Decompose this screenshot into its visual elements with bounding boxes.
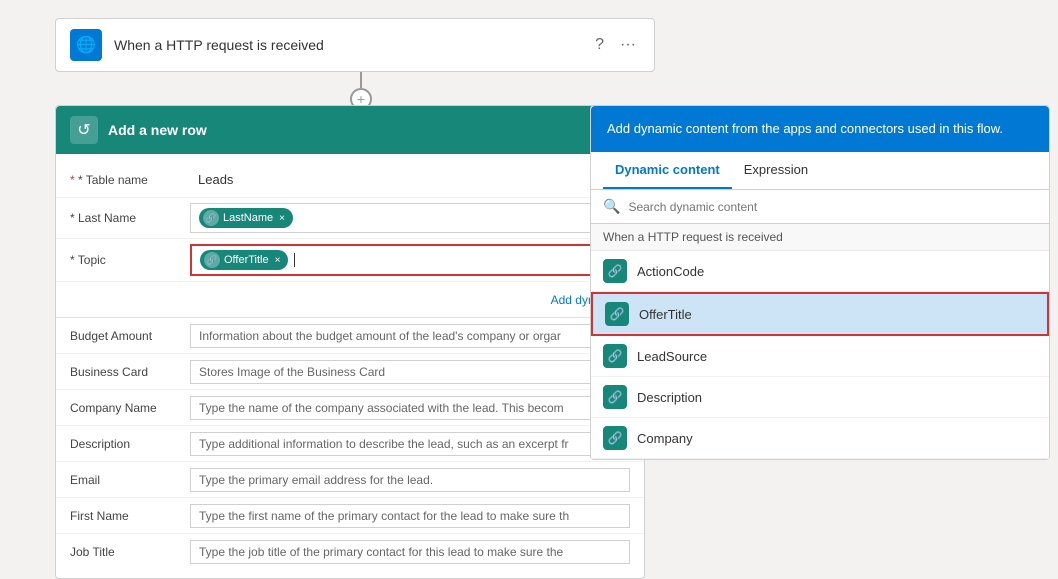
business-card-row: Business Card Stores Image of the Busine… xyxy=(56,354,644,390)
budget-amount-value[interactable]: Information about the budget amount of t… xyxy=(190,324,630,348)
section-header: When a HTTP request is received xyxy=(591,224,1049,251)
email-value[interactable]: Type the primary email address for the l… xyxy=(190,468,630,492)
dynamic-item[interactable]: 🔗 ActionCode xyxy=(591,251,1049,292)
topic-token-remove[interactable]: × xyxy=(275,255,281,266)
job-title-row: Job Title Type the job title of the prim… xyxy=(56,534,644,570)
dynamic-item-icon-1: 🔗 xyxy=(605,302,629,326)
business-card-label: Business Card xyxy=(70,365,190,379)
last-name-row: * Last Name 🔗 LastName × xyxy=(56,198,644,239)
description-row: Description Type additional information … xyxy=(56,426,644,462)
dynamic-item-icon-0: 🔗 xyxy=(603,259,627,283)
add-dynamic-row: Add dynamic... xyxy=(56,282,644,318)
last-name-token: 🔗 LastName × xyxy=(199,208,293,228)
dynamic-items-list: 🔗 ActionCode 🔗 OfferTitle 🔗 LeadSource 🔗… xyxy=(591,251,1049,459)
topic-label: * Topic xyxy=(70,253,190,267)
company-name-value[interactable]: Type the name of the company associated … xyxy=(190,396,630,420)
budget-amount-label: Budget Amount xyxy=(70,329,190,343)
last-name-token-icon: 🔗 xyxy=(203,210,219,226)
first-name-label: First Name xyxy=(70,509,190,523)
dynamic-item-label-2: LeadSource xyxy=(637,349,707,364)
dynamic-content-panel: Add dynamic content from the apps and co… xyxy=(590,105,1050,460)
table-name-row: * Table name Leads xyxy=(56,162,644,198)
job-title-label: Job Title xyxy=(70,545,190,559)
card-header: ↺ Add a new row xyxy=(56,106,644,154)
form-body: * Table name Leads * Last Name 🔗 LastNam… xyxy=(56,154,644,578)
last-name-token-remove[interactable]: × xyxy=(279,213,285,224)
first-name-row: First Name Type the first name of the pr… xyxy=(56,498,644,534)
dynamic-items-scroll: When a HTTP request is received 🔗 Action… xyxy=(591,224,1049,459)
dynamic-item-icon-2: 🔗 xyxy=(603,344,627,368)
job-title-value[interactable]: Type the job title of the primary contac… xyxy=(190,540,630,564)
business-card-value[interactable]: Stores Image of the Business Card xyxy=(190,360,630,384)
dynamic-item[interactable]: 🔗 Company xyxy=(591,418,1049,459)
dynamic-item-label-3: Description xyxy=(637,390,702,405)
http-card-title: When a HTTP request is received xyxy=(114,37,579,53)
tab-dynamic-content[interactable]: Dynamic content xyxy=(603,152,732,189)
topic-row: * Topic 🔗 OfferTitle × xyxy=(56,239,644,282)
company-name-label: Company Name xyxy=(70,401,190,415)
last-name-field[interactable]: 🔗 LastName × xyxy=(190,203,630,233)
dynamic-item[interactable]: 🔗 OfferTitle xyxy=(591,292,1049,336)
topic-token-icon: 🔗 xyxy=(204,252,220,268)
email-label: Email xyxy=(70,473,190,487)
http-request-card: 🌐 When a HTTP request is received ? ··· xyxy=(55,18,655,72)
dynamic-item[interactable]: 🔗 Description xyxy=(591,377,1049,418)
dynamic-item-label-1: OfferTitle xyxy=(639,307,692,322)
dynamic-item[interactable]: 🔗 LeadSource xyxy=(591,336,1049,377)
topic-field[interactable]: 🔗 OfferTitle × xyxy=(190,244,630,276)
dynamic-item-label-4: Company xyxy=(637,431,693,446)
description-value[interactable]: Type additional information to describe … xyxy=(190,432,630,456)
dynamic-item-icon-3: 🔗 xyxy=(603,385,627,409)
card-header-icon: ↺ xyxy=(70,116,98,144)
company-name-row: Company Name Type the name of the compan… xyxy=(56,390,644,426)
topic-token-label: OfferTitle xyxy=(224,254,269,266)
search-icon: 🔍 xyxy=(603,198,620,215)
description-label: Description xyxy=(70,437,190,451)
panel-header: Add dynamic content from the apps and co… xyxy=(591,106,1049,152)
http-card-icon: 🌐 xyxy=(70,29,102,61)
first-name-value[interactable]: Type the first name of the primary conta… xyxy=(190,504,630,528)
more-options-icon[interactable]: ··· xyxy=(616,32,640,58)
connector-line-top xyxy=(360,72,362,88)
dynamic-item-icon-4: 🔗 xyxy=(603,426,627,450)
card-header-title: Add a new row xyxy=(108,122,207,138)
add-new-row-card: ↺ Add a new row * Table name Leads * Las… xyxy=(55,105,645,579)
http-card-actions: ? ··· xyxy=(591,32,640,58)
panel-tabs: Dynamic content Expression xyxy=(591,152,1049,190)
text-cursor xyxy=(294,253,295,267)
search-input[interactable] xyxy=(628,200,1037,214)
help-icon[interactable]: ? xyxy=(591,32,608,58)
dynamic-item-label-0: ActionCode xyxy=(637,264,704,279)
last-name-label: * Last Name xyxy=(70,211,190,225)
email-row: Email Type the primary email address for… xyxy=(56,462,644,498)
tab-expression[interactable]: Expression xyxy=(732,152,820,189)
last-name-token-label: LastName xyxy=(223,212,273,224)
table-name-label: * Table name xyxy=(70,173,190,187)
budget-amount-row: Budget Amount Information about the budg… xyxy=(56,318,644,354)
search-box: 🔍 xyxy=(591,190,1049,224)
table-name-value: Leads xyxy=(190,168,630,191)
topic-token: 🔗 OfferTitle × xyxy=(200,250,288,270)
